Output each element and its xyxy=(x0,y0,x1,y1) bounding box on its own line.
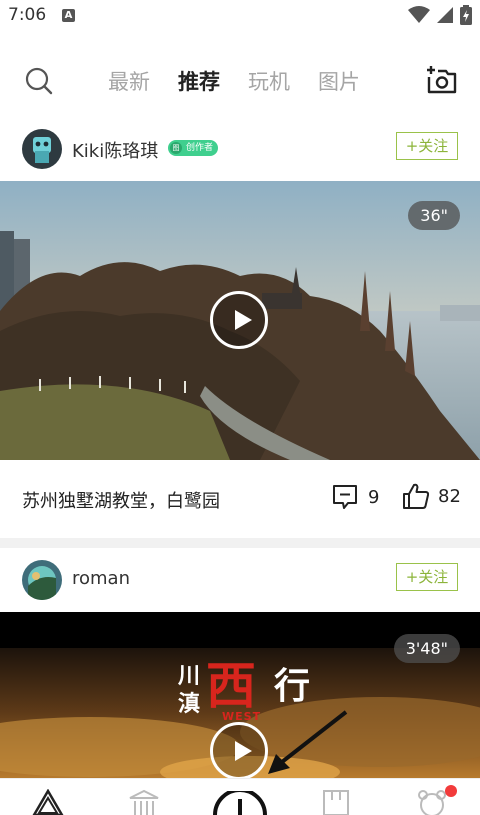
thumbs-up-icon xyxy=(403,483,430,509)
avatar[interactable] xyxy=(22,560,62,600)
post-header: roman +关注 xyxy=(0,558,480,608)
bottom-nav xyxy=(0,778,480,815)
tab-latest[interactable]: 最新 xyxy=(108,66,150,96)
status-time: 7:06 xyxy=(8,5,47,25)
play-button[interactable] xyxy=(210,722,268,778)
notification-a-icon: A xyxy=(62,9,75,22)
author-name[interactable]: roman xyxy=(72,568,130,589)
tab-recommended[interactable]: 推荐 xyxy=(178,66,220,96)
author-name[interactable]: Kiki陈珞琪 xyxy=(72,137,158,163)
frame-icon[interactable] xyxy=(322,789,350,815)
temple-icon[interactable] xyxy=(128,789,160,815)
post-footer: 苏州独墅湖教堂，白鹭园 9 82 xyxy=(0,460,480,538)
camera-add-icon[interactable] xyxy=(426,64,458,96)
battery-icon xyxy=(460,5,472,25)
follow-button[interactable]: +关注 xyxy=(396,563,458,591)
follow-button[interactable]: +关注 xyxy=(396,132,458,160)
feed-divider xyxy=(0,538,480,548)
play-icon xyxy=(235,741,252,761)
video-thumbnail[interactable]: 川 滇 西 WEST 行 3'48" xyxy=(0,612,480,778)
publish-icon[interactable] xyxy=(212,791,268,815)
video-title-left: 川 滇 xyxy=(178,663,201,717)
post-caption[interactable]: 苏州独墅湖教堂，白鹭园 xyxy=(22,487,220,513)
notification-dot xyxy=(445,785,457,797)
avatar[interactable] xyxy=(22,129,62,169)
creator-badge: 图 创作者 xyxy=(168,140,219,156)
wifi-icon xyxy=(408,6,430,23)
creator-badge-label: 创作者 xyxy=(186,143,214,153)
signal-icon xyxy=(437,7,453,23)
creator-badge-icon: 图 xyxy=(170,142,182,154)
video-duration: 36" xyxy=(408,201,460,230)
feed-tabs: 最新 推荐 玩机 图片 xyxy=(108,66,360,96)
video-title-right: 行 xyxy=(274,665,311,707)
play-icon xyxy=(235,310,252,330)
home-triangle-icon[interactable] xyxy=(32,789,64,815)
comment-count: 9 xyxy=(368,486,380,508)
profile-icon[interactable] xyxy=(416,789,448,815)
arrow-annotation xyxy=(268,710,348,774)
like-button[interactable]: 82 xyxy=(402,482,461,510)
video-thumbnail[interactable]: 36" xyxy=(0,181,480,460)
search-icon[interactable] xyxy=(24,66,54,96)
tab-phones[interactable]: 玩机 xyxy=(248,66,290,96)
tab-pictures[interactable]: 图片 xyxy=(318,66,360,96)
status-icons xyxy=(408,5,472,25)
like-count: 82 xyxy=(438,485,461,507)
comment-icon xyxy=(333,485,357,509)
top-bar: 最新 推荐 玩机 图片 xyxy=(0,54,480,106)
video-title-sub: WEST xyxy=(222,710,262,723)
post-header: Kiki陈珞琪 图 创作者 +关注 xyxy=(0,127,480,177)
play-button[interactable] xyxy=(210,291,268,349)
status-bar: 7:06 A xyxy=(0,0,480,34)
video-duration: 3'48" xyxy=(393,634,460,663)
video-title-main: 西 xyxy=(206,656,256,715)
comment-button[interactable]: 9 xyxy=(332,484,379,510)
